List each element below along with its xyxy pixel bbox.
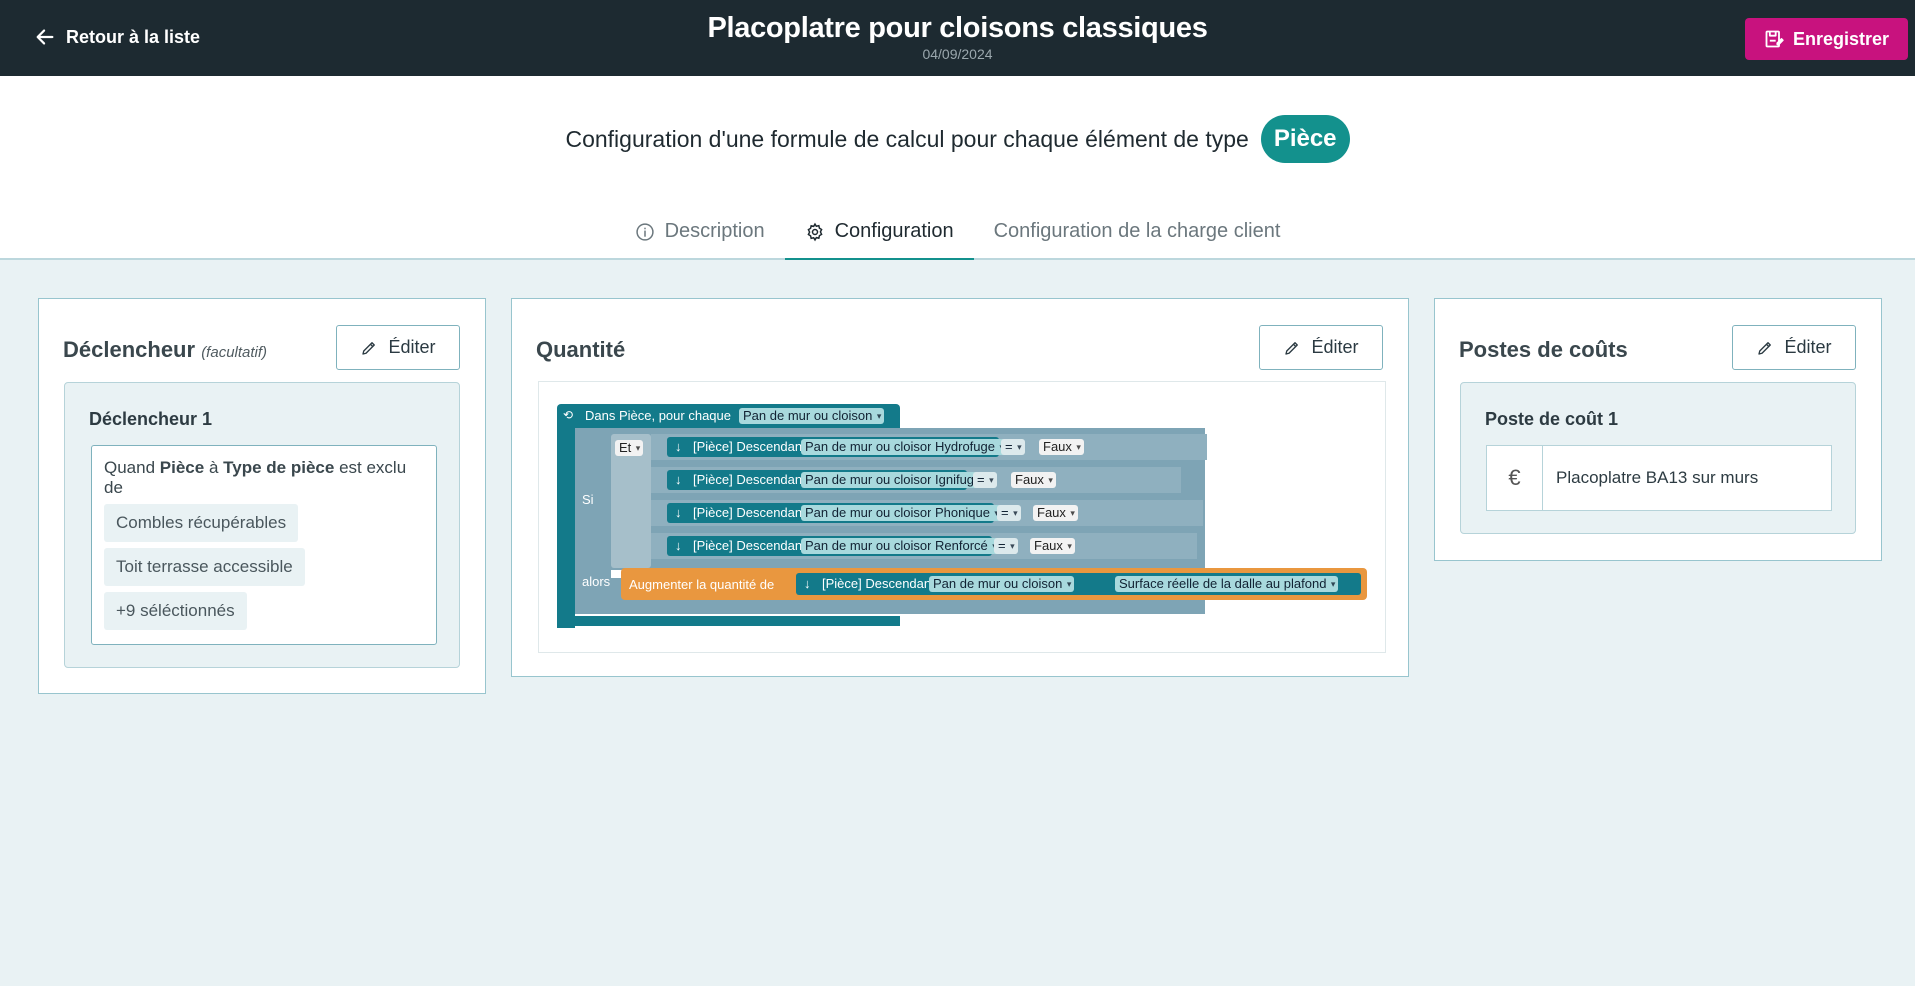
descendant-label: [Pièce] Descendant : <box>693 538 813 553</box>
config-subtitle-text: Configuration d'une formule de calcul po… <box>565 125 1249 152</box>
info-icon <box>635 222 654 241</box>
prop-dropdown-renforce[interactable]: Renforcé <box>931 538 1000 554</box>
edit-trigger-label: Éditer <box>388 337 436 357</box>
pan-dropdown[interactable]: Pan de mur ou cloison <box>929 576 1075 592</box>
and-operator-dropdown[interactable]: Et <box>615 440 644 456</box>
cond-a: à <box>208 458 219 477</box>
faux-dropdown[interactable]: Faux <box>1033 505 1078 521</box>
trigger-item: Déclencheur 1 Quand Pièce à Type de pièc… <box>64 382 460 668</box>
trigger-item-title: Déclencheur 1 <box>89 409 213 429</box>
pan-dropdown[interactable]: Pan de mur ou cloison <box>801 505 947 521</box>
tab-bar: Description Configuration Configuration … <box>0 203 1915 260</box>
loop-label: Dans Pièce, pour chaque <box>585 408 731 423</box>
trigger-card: Déclencheur (facultatif) Éditer Déclench… <box>38 298 486 694</box>
augment-label: Augmenter la quantité de <box>629 577 775 592</box>
pan-dropdown[interactable]: Pan de mur ou cloison <box>801 538 947 554</box>
tab-configuration[interactable]: Configuration <box>784 203 974 260</box>
pencil-icon <box>1285 341 1299 355</box>
trigger-card-title: Déclencheur (facultatif) <box>63 337 267 363</box>
alors-label: alors <box>582 574 611 589</box>
faux-dropdown[interactable]: Faux <box>1039 439 1084 455</box>
prop-dropdown-hydrofuge[interactable]: Hydrofuge <box>931 439 1007 455</box>
edit-trigger-button[interactable]: Éditer <box>336 325 460 370</box>
condition-chip: Toit terrasse accessible <box>104 548 305 586</box>
faux-dropdown[interactable]: Faux <box>1011 472 1056 488</box>
cond-property: Type de pièce <box>223 458 335 477</box>
quantity-card: Quantité Éditer ⟲ Dans Pièce, pour chaqu… <box>511 298 1409 677</box>
cost-item-label: Placoplatre BA13 sur murs <box>1556 468 1759 487</box>
arrow-down-icon: ↓ <box>804 576 811 591</box>
descendant-label: [Pièce] Descendant : <box>693 472 813 487</box>
pencil-icon <box>1758 341 1772 355</box>
pan-dropdown[interactable]: Pan de mur ou cloison <box>801 439 947 455</box>
config-header: Configuration d'une formule de calcul po… <box>0 76 1915 260</box>
cost-item: Poste de coût 1 € Placoplatre BA13 sur m… <box>1460 382 1856 534</box>
element-type-badge: Pièce <box>1260 115 1350 163</box>
edit-cost-button[interactable]: Éditer <box>1732 325 1856 370</box>
top-bar: Retour à la liste Placoplatre pour clois… <box>0 0 1915 76</box>
edit-quantity-button[interactable]: Éditer <box>1259 325 1383 370</box>
tab-client-charge[interactable]: Configuration de la charge client <box>974 203 1301 260</box>
page-date: 04/09/2024 <box>922 46 993 62</box>
arrow-down-icon: ↓ <box>675 505 682 520</box>
tab-configuration-label: Configuration <box>834 220 954 242</box>
arrow-down-icon: ↓ <box>675 472 682 487</box>
cond-quand: Quand <box>104 458 156 477</box>
more-selected-chip: +9 séléctionnés <box>104 592 247 630</box>
title-block: Placoplatre pour cloisons classiques 04/… <box>0 12 1915 62</box>
tab-description[interactable]: Description <box>615 203 785 260</box>
pencil-icon <box>362 341 376 355</box>
pan-dropdown[interactable]: Pan de mur ou cloison <box>801 472 947 488</box>
save-edit-icon <box>1765 30 1784 48</box>
equals-dropdown[interactable]: = <box>997 505 1021 521</box>
cost-item-row[interactable]: € Placoplatre BA13 sur murs <box>1486 445 1832 511</box>
condition-chip: Combles récupérables <box>104 504 299 542</box>
edit-cost-label: Éditer <box>1784 337 1832 357</box>
cost-card: Postes de coûts Éditer Poste de coût 1 €… <box>1434 298 1882 561</box>
equals-dropdown[interactable]: = <box>1001 439 1025 455</box>
quantity-card-title: Quantité <box>536 337 626 362</box>
loop-block-bottom <box>557 616 900 626</box>
trigger-title-text: Déclencheur <box>63 337 196 362</box>
faux-dropdown[interactable]: Faux <box>1030 538 1075 554</box>
cost-item-title: Poste de coût 1 <box>1485 409 1619 429</box>
arrow-down-icon: ↓ <box>675 538 682 553</box>
descendant-label: [Pièce] Descendant : <box>822 576 942 591</box>
surface-dropdown[interactable]: Surface réelle de la dalle au plafond <box>1115 576 1339 592</box>
arrow-down-icon: ↓ <box>675 439 682 454</box>
edit-quantity-label: Éditer <box>1311 337 1359 357</box>
cost-card-title: Postes de coûts <box>1459 337 1628 362</box>
save-button[interactable]: Enregistrer <box>1745 18 1908 60</box>
tab-description-label: Description <box>664 220 765 242</box>
cond-entity: Pièce <box>159 458 205 477</box>
loop-block-body <box>557 428 575 628</box>
blockly-workspace[interactable]: ⟲ Dans Pièce, pour chaque Pan de mur ou … <box>538 381 1386 653</box>
trigger-condition: Quand Pièce à Type de pièce est exclu de… <box>91 445 437 645</box>
optional-label: (facultatif) <box>201 344 268 361</box>
descendant-label: [Pièce] Descendant : <box>693 505 813 520</box>
descendant-label: [Pièce] Descendant : <box>693 439 813 454</box>
euro-icon: € <box>1487 446 1543 510</box>
save-label: Enregistrer <box>1792 28 1890 49</box>
loop-field-dropdown[interactable]: Pan de mur ou cloison <box>739 408 885 424</box>
loop-icon: ⟲ <box>563 408 574 422</box>
si-label: Si <box>582 492 594 507</box>
config-subtitle: Configuration d'une formule de calcul po… <box>0 115 1915 163</box>
equals-dropdown[interactable]: = <box>973 472 997 488</box>
page-title: Placoplatre pour cloisons classiques <box>707 12 1208 44</box>
gear-icon <box>807 222 823 241</box>
tab-client-charge-label: Configuration de la charge client <box>993 220 1281 242</box>
prop-dropdown-phonique[interactable]: Phonique <box>931 505 1002 521</box>
equals-dropdown[interactable]: = <box>994 538 1018 554</box>
condition-text: Quand Pièce à Type de pièce est exclu de <box>104 458 424 498</box>
